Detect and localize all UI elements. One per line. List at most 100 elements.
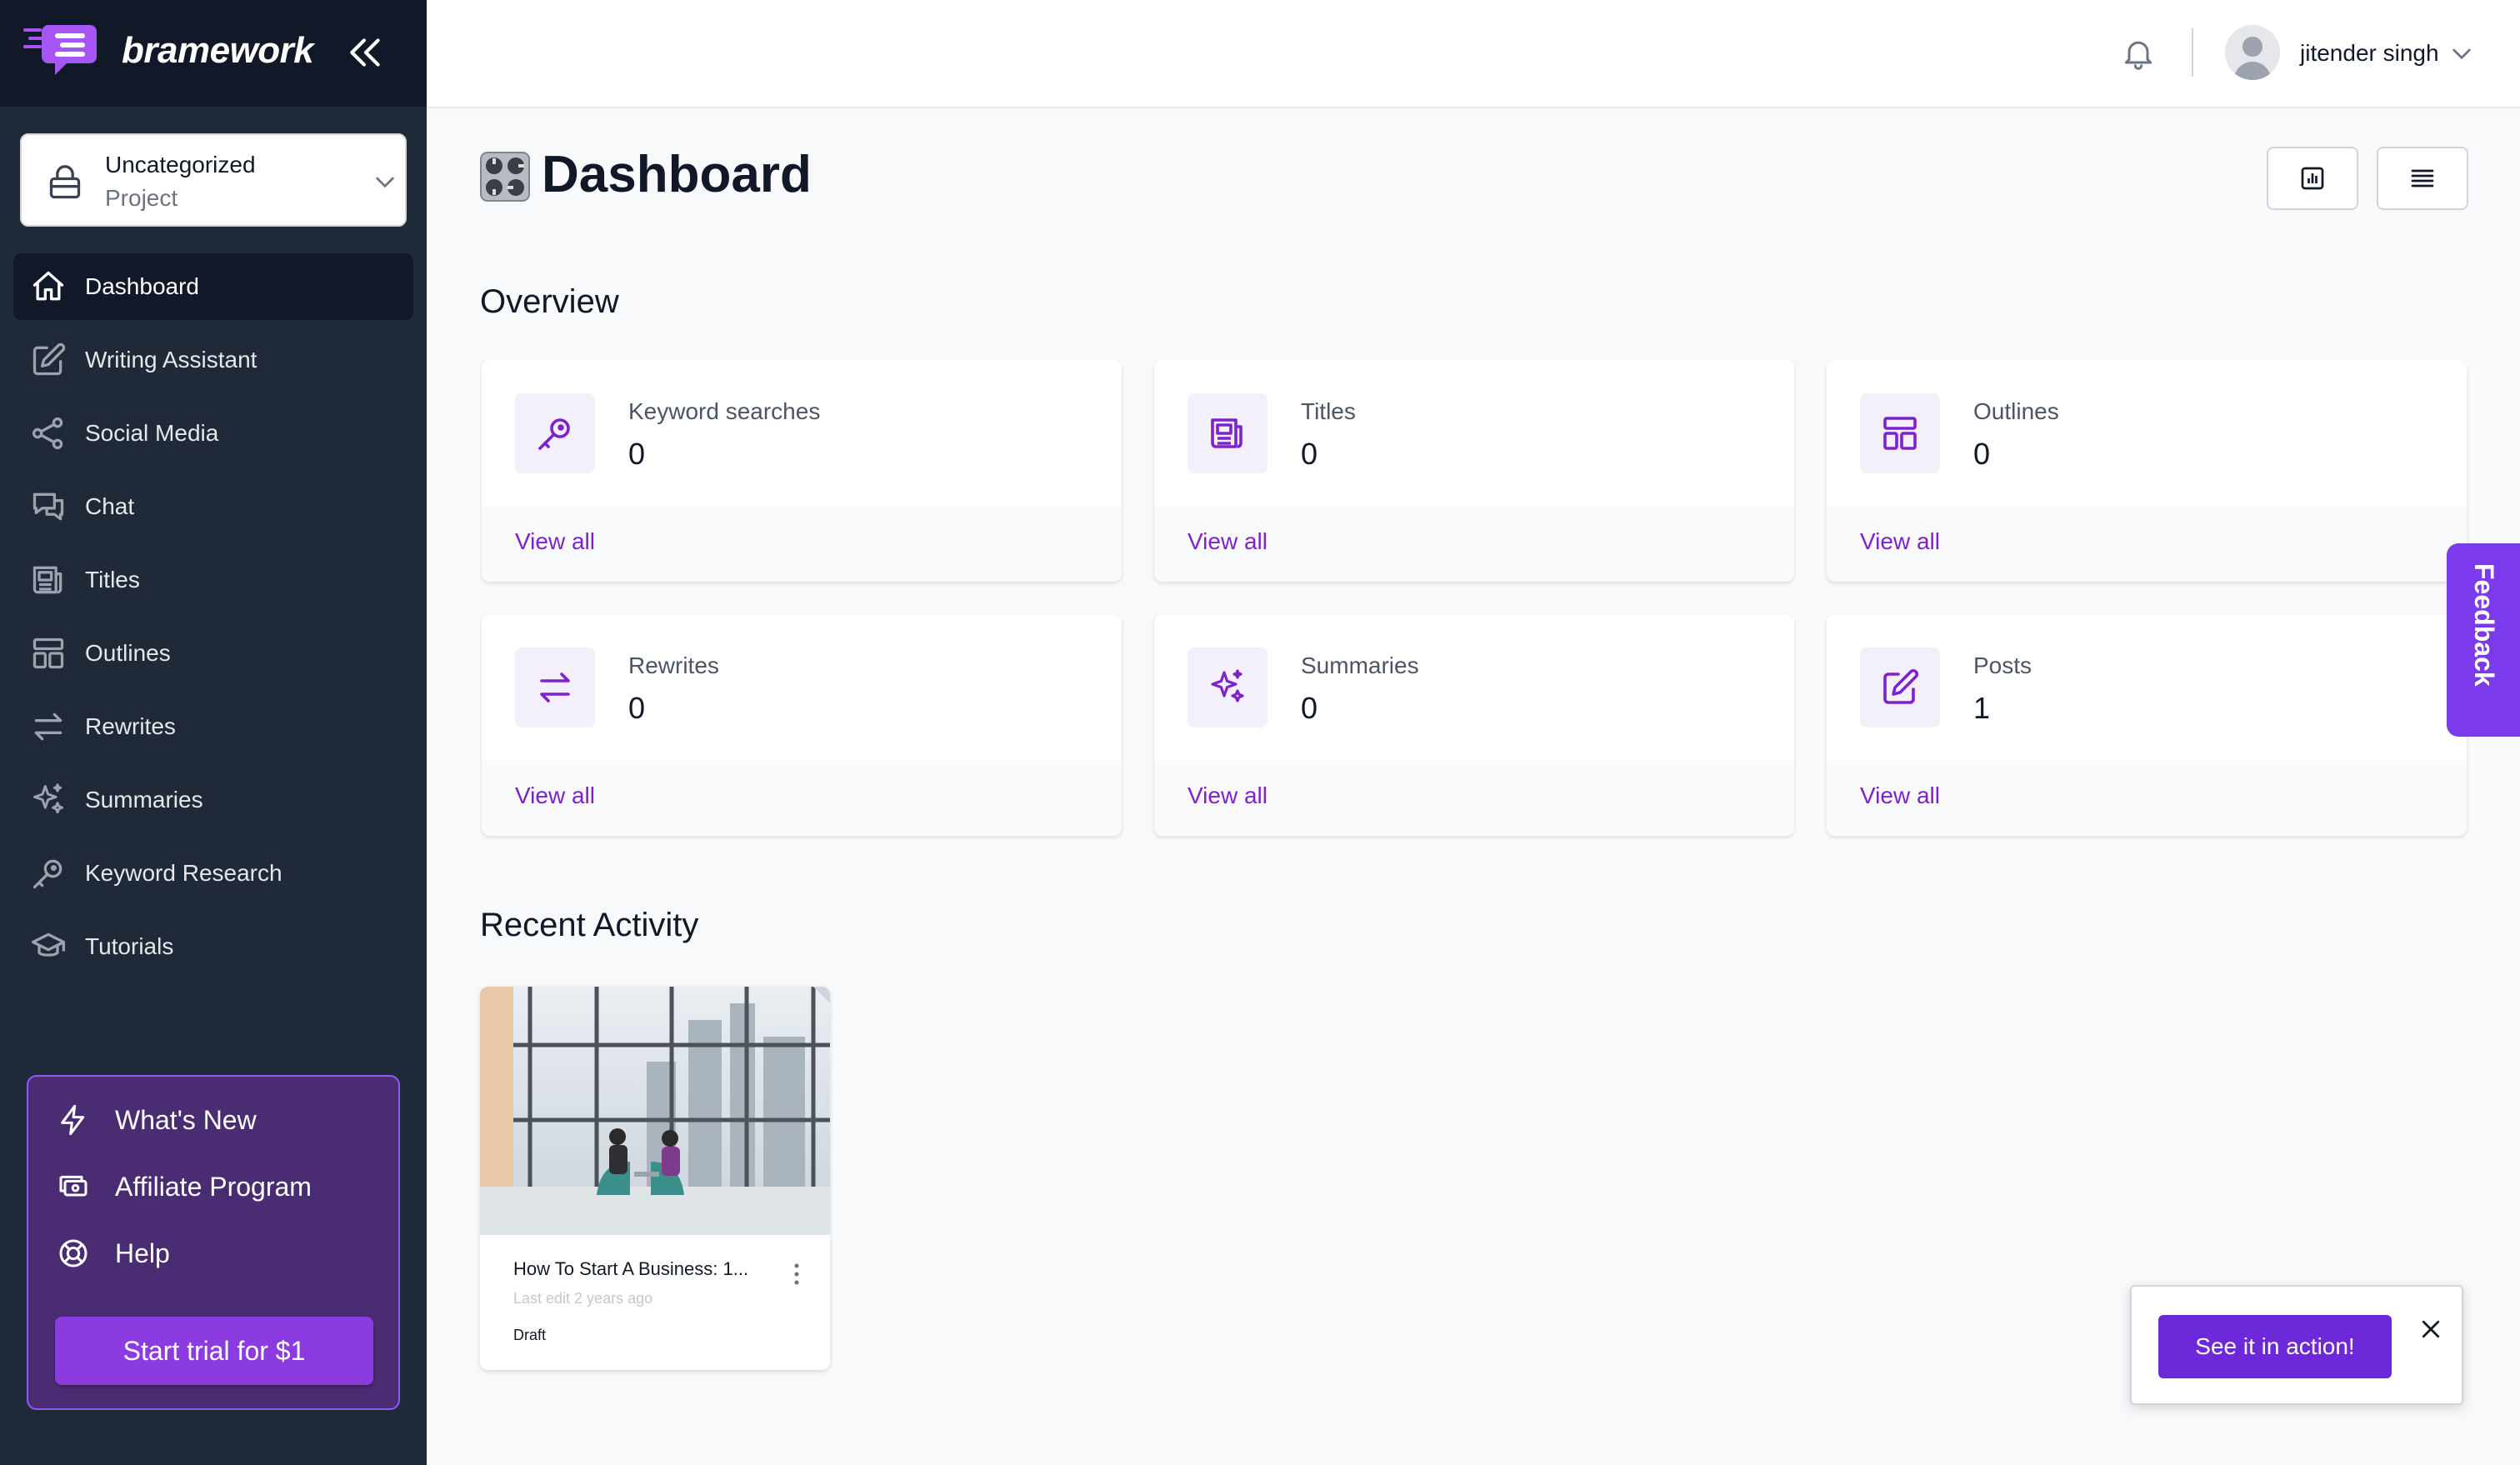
list-icon [2411,169,2434,188]
share-icon [30,415,67,452]
newspaper-icon [1188,393,1268,473]
sidebar-item-dashboard[interactable]: Dashboard [13,253,413,320]
brand-bar: bramework [0,0,427,107]
stat-value: 0 [628,691,646,725]
start-trial-button[interactable]: Start trial for $1 [55,1317,373,1385]
post-last-edit: Last edit 2 years ago [513,1290,653,1307]
newspaper-icon [30,562,67,598]
sidebar-item-label: Titles [85,567,140,592]
sidebar-item-label: Keyword Research [85,860,282,886]
stat-footer: View all [482,761,1122,836]
key-icon [30,855,67,892]
view-all-link[interactable]: View all [1188,782,1268,809]
promo-item-label: Help [115,1238,170,1268]
project-label: Project [105,185,178,211]
close-icon[interactable] [2418,1317,2443,1342]
page-title: Dashboard [542,146,812,203]
stat-card-summaries: Summaries 0 View all [1154,614,1794,836]
post-thumbnail-image [480,987,830,1235]
view-all-link[interactable]: View all [1188,528,1268,555]
avatar[interactable] [2225,25,2280,80]
help-link[interactable]: Help [28,1223,395,1283]
dashboard-control-knobs-icon [480,152,530,202]
chevron-down-icon [376,177,394,188]
stat-footer: View all [1827,761,2467,836]
sidebar-item-label: Writing Assistant [85,347,258,372]
briefcase-icon [49,165,81,199]
stat-value: 0 [1301,691,1318,725]
layout-icon [30,635,67,672]
sidebar: bramework Uncategorized Project Dashboar… [0,0,427,1465]
sidebar-item-label: Chat [85,493,135,519]
stat-card-posts: Posts 1 View all [1827,614,2467,836]
lifebuoy-icon [57,1237,90,1270]
home-icon [30,268,67,305]
sidebar-item-outlines[interactable]: Outlines [13,620,413,687]
stat-value: 1 [1973,691,1991,725]
sidebar-item-label: Rewrites [85,713,176,739]
chevron-down-icon[interactable] [2448,40,2475,67]
edit-icon [30,342,67,378]
sidebar-item-label: Dashboard [85,273,199,299]
key-icon [515,393,595,473]
stat-footer: View all [1827,507,2467,582]
stat-footer: View all [1154,507,1794,582]
stat-label: Posts [1973,652,2032,678]
username[interactable]: jitender singh [2300,40,2439,67]
brand-name: bramework [122,30,314,71]
see-it-in-action-toast: See it in action! [2130,1285,2463,1405]
sidebar-item-writing-assistant[interactable]: Writing Assistant [13,327,413,393]
whats-new-link[interactable]: What's New [28,1090,395,1150]
affiliate-program-link[interactable]: Affiliate Program [28,1157,395,1217]
sidebar-item-label: Outlines [85,640,171,666]
top-bar [427,0,2520,108]
stat-card-rewrites: Rewrites 0 View all [482,614,1122,836]
graduation-cap-icon [30,928,67,965]
sidebar-item-tutorials[interactable]: Tutorials [13,913,413,980]
recent-activity-title: Recent Activity [480,907,699,943]
view-all-link[interactable]: View all [515,782,595,809]
view-all-link[interactable]: View all [1860,528,1940,555]
see-it-in-action-button[interactable]: See it in action! [2158,1315,2392,1378]
view-all-link[interactable]: View all [515,528,595,555]
feedback-label: Feedback [2469,563,2499,687]
view-all-link[interactable]: View all [1860,782,1940,809]
recent-post-card[interactable]: How To Start A Business: 1... Last edit … [480,987,830,1370]
stat-value: 0 [1301,437,1318,471]
stat-value: 0 [1973,437,1991,471]
sidebar-item-titles[interactable]: Titles [13,547,413,613]
sidebar-item-social-media[interactable]: Social Media [13,400,413,467]
list-view-button[interactable] [2377,147,2468,210]
project-category: Uncategorized [105,152,256,178]
sidebar-item-summaries[interactable]: Summaries [13,767,413,833]
stat-label: Keyword searches [628,398,821,424]
stat-card-keyword-searches: Keyword searches 0 View all [482,360,1122,582]
project-selector[interactable]: Uncategorized Project [20,133,407,227]
arrows-icon [30,708,67,745]
promo-item-label: What's New [115,1104,257,1135]
collapse-sidebar-icon[interactable] [345,32,387,73]
post-status: Draft [513,1327,547,1343]
stat-card-titles: Titles 0 View all [1154,360,1794,582]
header-divider [2192,28,2193,77]
arrows-icon [515,648,595,728]
bell-icon[interactable] [2120,35,2157,72]
kebab-menu-icon[interactable] [787,1262,807,1287]
chat-icon [30,488,67,525]
sidebar-item-chat[interactable]: Chat [13,473,413,540]
feedback-tab[interactable]: Feedback [2447,543,2520,737]
stat-value: 0 [628,437,646,471]
stat-label: Titles [1301,398,1356,424]
sidebar-item-rewrites[interactable]: Rewrites [13,693,413,760]
layout-icon [1860,393,1940,473]
sidebar-item-label: Social Media [85,420,219,446]
chart-view-button[interactable] [2267,147,2358,210]
sidebar-item-label: Tutorials [85,933,174,959]
stat-card-outlines: Outlines 0 View all [1827,360,2467,582]
sidebar-item-label: Summaries [85,787,203,812]
sidebar-item-keyword-research[interactable]: Keyword Research [13,840,413,907]
promo-panel: What's New Affiliate Program Help Start … [27,1075,400,1410]
stat-label: Rewrites [628,652,719,678]
post-title: How To Start A Business: 1... [513,1258,749,1279]
bramework-logo-icon [23,25,97,75]
